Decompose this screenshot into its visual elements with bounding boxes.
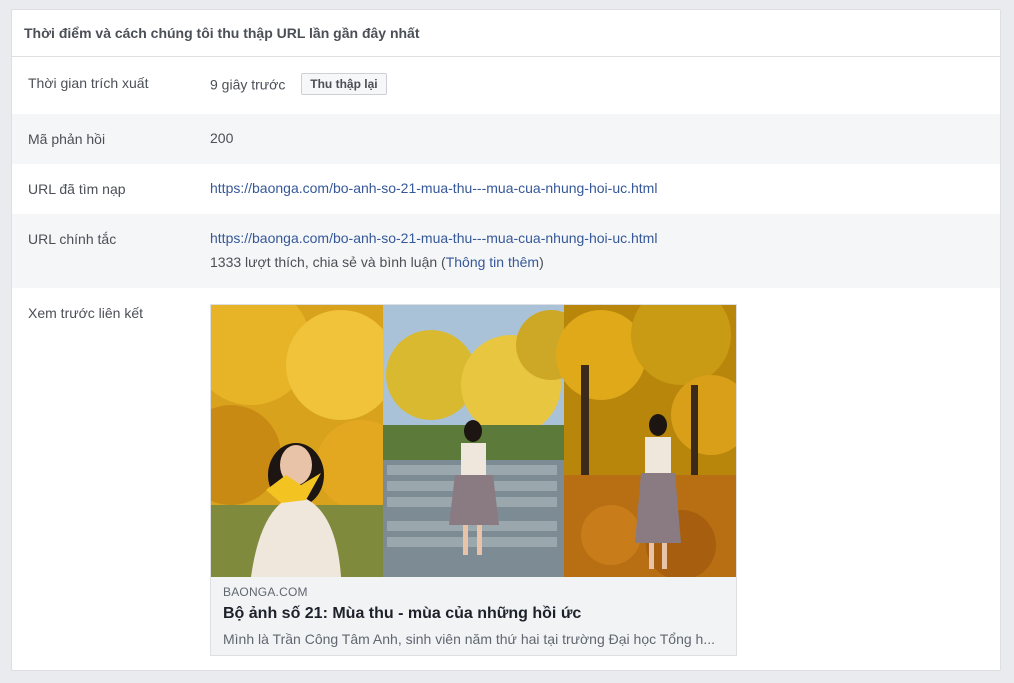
canonical-url-label: URL chính tắc (28, 231, 117, 247)
preview-meta: BAONGA.COM Bộ ảnh số 21: Mùa thu - mùa c… (223, 585, 724, 647)
response-code-label: Mã phản hồi (28, 131, 106, 147)
engagement-line: 1333 lượt thích, chia sẻ và bình luận (T… (210, 254, 657, 270)
canonical-url-value-wrap: https://baonga.com/bo-anh-so-21-mua-thu-… (210, 230, 657, 270)
link-preview-label: Xem trước liên kết (28, 305, 144, 321)
row-response-code: Mã phản hồi 200 (12, 114, 1000, 164)
scrape-time-label: Thời gian trích xuất (28, 75, 149, 91)
scrape-again-button[interactable]: Thu thập lại (301, 73, 387, 95)
preview-domain: BAONGA.COM (223, 585, 308, 599)
more-info-link[interactable]: Thông tin thêm (446, 254, 539, 270)
fetched-url-link[interactable]: https://baonga.com/bo-anh-so-21-mua-thu-… (210, 180, 657, 196)
scrape-time-value-wrap: 9 giây trước Thu thập lại (210, 73, 387, 97)
fetched-url-label: URL đã tìm nạp (28, 181, 126, 197)
preview-image (211, 305, 736, 577)
row-link-preview: Xem trước liên kết BAONGA.COM Bộ ảnh số … (12, 288, 1000, 670)
row-canonical-url: URL chính tắc https://baonga.com/bo-anh-… (12, 214, 1000, 288)
close-paren: ) (539, 254, 544, 270)
preview-title[interactable]: Bộ ảnh số 21: Mùa thu - mùa của những hồ… (223, 605, 724, 623)
response-code-value: 200 (210, 130, 234, 146)
url-scrape-panel: Thời điểm và cách chúng tôi thu thập URL… (11, 9, 1001, 671)
scrape-time-value: 9 giây trước (210, 76, 286, 93)
panel-title: Thời điểm và cách chúng tôi thu thập URL… (12, 10, 1000, 57)
link-preview-card[interactable]: BAONGA.COM Bộ ảnh số 21: Mùa thu - mùa c… (210, 304, 737, 656)
row-scrape-time: Thời gian trích xuất 9 giây trước Thu th… (12, 57, 1000, 114)
canonical-url-link[interactable]: https://baonga.com/bo-anh-so-21-mua-thu-… (210, 230, 657, 246)
preview-description: Mình là Trần Công Tâm Anh, sinh viên năm… (223, 631, 715, 647)
fetched-url-value-wrap: https://baonga.com/bo-anh-so-21-mua-thu-… (210, 180, 657, 196)
engagement-count-text: 1333 lượt thích, chia sẻ và bình luận (210, 254, 438, 270)
row-fetched-url: URL đã tìm nạp https://baonga.com/bo-anh… (12, 164, 1000, 214)
